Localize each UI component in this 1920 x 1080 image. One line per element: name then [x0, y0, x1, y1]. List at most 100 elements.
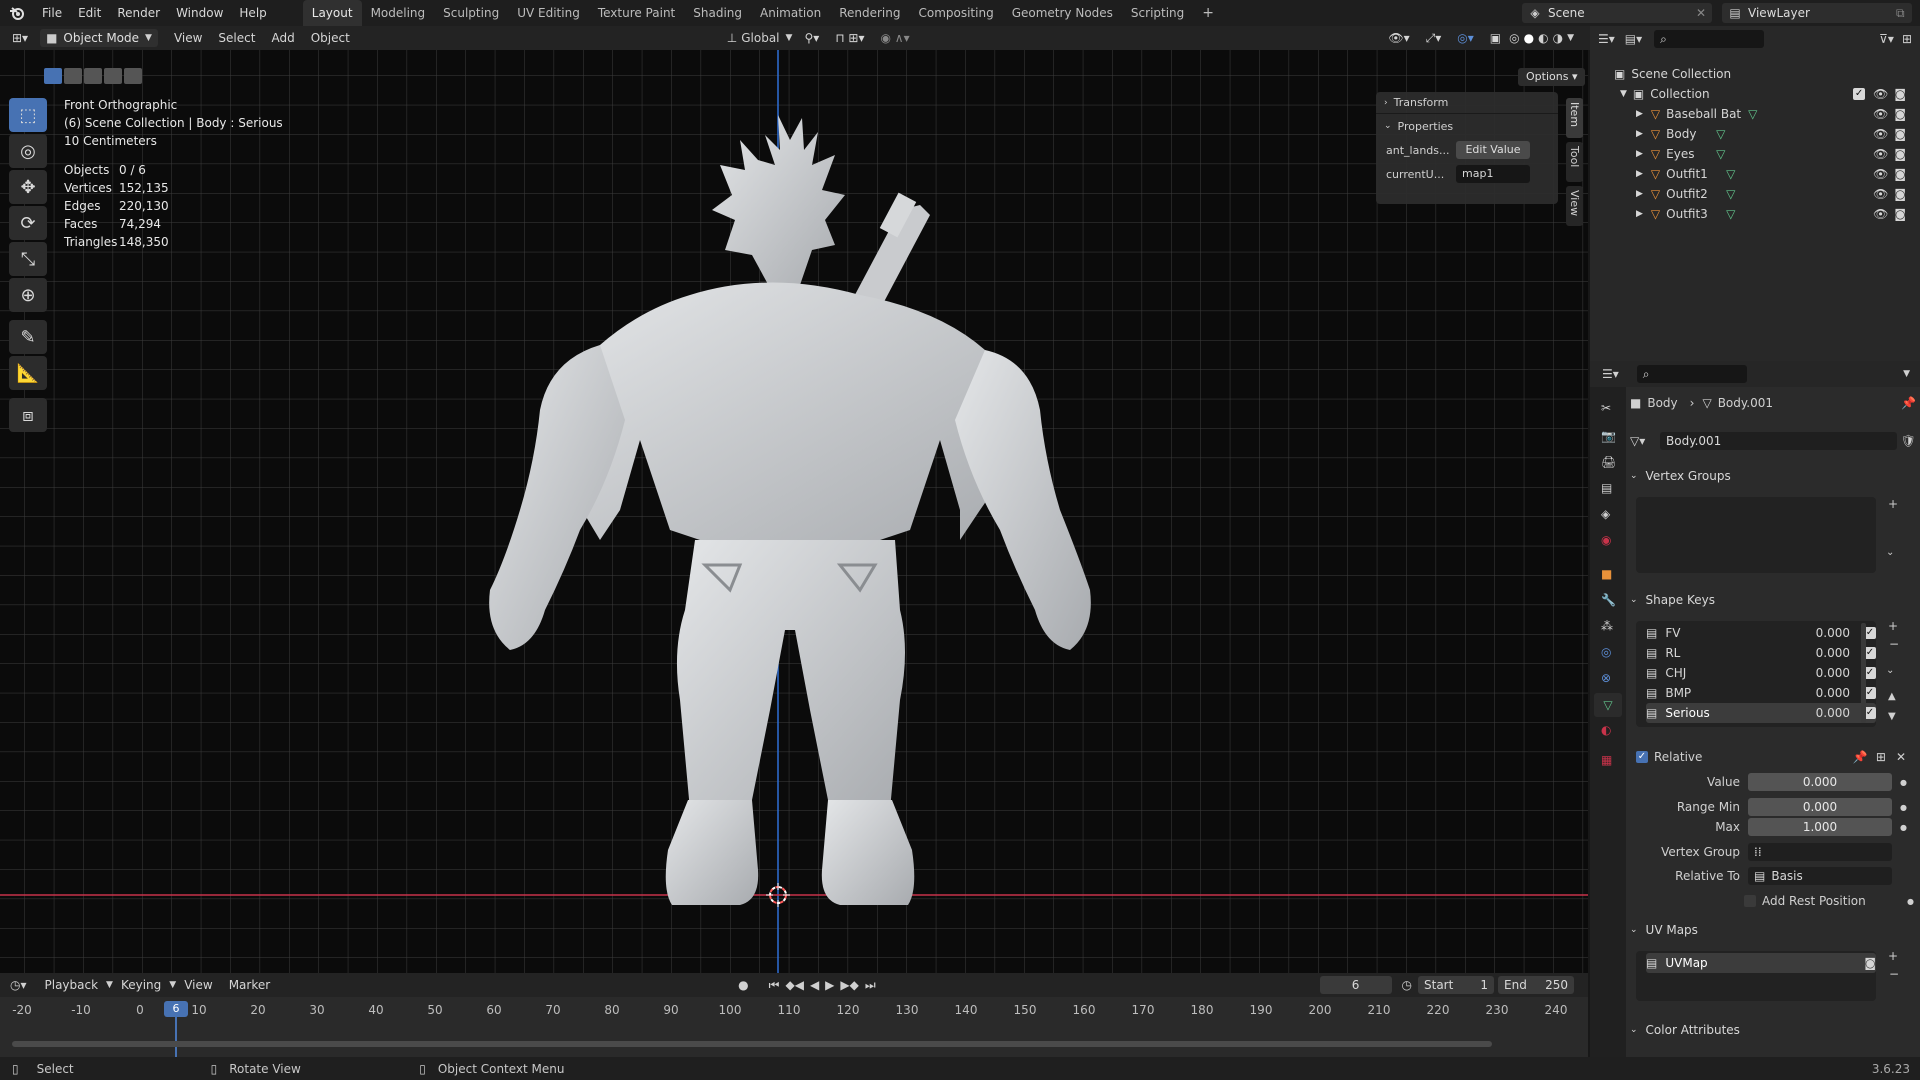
- play-icon[interactable]: ▶: [825, 978, 834, 992]
- tab-uv-editing[interactable]: UV Editing: [508, 0, 589, 26]
- vertex-groups-header[interactable]: ⌄ Vertex Groups: [1630, 463, 1920, 489]
- outliner-item[interactable]: ▶ ▽ Outfit3 ▽ 👁 ◙: [1590, 204, 1920, 224]
- tab-compositing[interactable]: Compositing: [909, 0, 1002, 26]
- timeline-scrollbar[interactable]: [12, 1041, 1492, 1047]
- solid-shading-icon[interactable]: ●: [1524, 31, 1534, 45]
- options-button[interactable]: Options ▾: [1518, 68, 1586, 86]
- relative-to-field[interactable]: ▤ Basis: [1748, 867, 1892, 885]
- add-cube-tool[interactable]: ⧈: [9, 398, 47, 432]
- select-subtract-icon[interactable]: [84, 68, 102, 84]
- annotate-tool[interactable]: ✎: [9, 320, 47, 354]
- constraints-tab-icon[interactable]: ⊗: [1601, 671, 1611, 685]
- camera-icon[interactable]: ◙: [1894, 107, 1906, 121]
- chevron-down-icon[interactable]: ▼: [1567, 33, 1574, 43]
- filter-icon[interactable]: ⊽▾: [1879, 32, 1894, 46]
- keyframe-dot-icon[interactable]: ●: [1900, 778, 1907, 787]
- tab-scripting[interactable]: Scripting: [1122, 0, 1193, 26]
- menu-keying[interactable]: Keying: [113, 978, 169, 992]
- render-tab-icon[interactable]: 📷: [1601, 429, 1616, 443]
- material-tab-icon[interactable]: ◐: [1601, 723, 1611, 737]
- menu-render[interactable]: Render: [109, 0, 168, 26]
- scene-tab-icon[interactable]: ◈: [1601, 507, 1610, 521]
- character-model[interactable]: [440, 110, 1120, 910]
- camera-icon[interactable]: ◙: [1894, 167, 1906, 181]
- shape-key-item[interactable]: ▤ CHJ 0.000 ✓: [1646, 663, 1876, 683]
- object-tab-icon[interactable]: ■: [1601, 567, 1612, 581]
- chevron-right-icon[interactable]: ▶: [1636, 109, 1643, 119]
- xray-icon[interactable]: ▣: [1482, 31, 1509, 45]
- vertex-groups-list[interactable]: [1636, 497, 1876, 573]
- move-tool[interactable]: ✥: [9, 170, 47, 204]
- new-collection-icon[interactable]: ⊞: [1902, 32, 1912, 46]
- blender-logo-icon[interactable]: [0, 0, 34, 26]
- shape-key-value[interactable]: 0.000: [1816, 626, 1850, 640]
- tab-rendering[interactable]: Rendering: [830, 0, 909, 26]
- proportional-edit-icon[interactable]: ◉ ∧▾: [873, 31, 918, 45]
- current-frame-field[interactable]: 6: [1319, 976, 1392, 994]
- menu-help[interactable]: Help: [231, 0, 274, 26]
- menu-file[interactable]: File: [34, 0, 70, 26]
- transform-tool[interactable]: ⊕: [9, 278, 47, 312]
- shape-key-value[interactable]: 0.000: [1816, 706, 1850, 720]
- outliner-item[interactable]: ▶ ▽ Outfit1 ▽ 👁 ◙: [1590, 164, 1920, 184]
- chevron-right-icon[interactable]: ▶: [1636, 209, 1643, 219]
- editor-type-icon[interactable]: ⊞▾: [0, 31, 36, 45]
- relative-checkbox[interactable]: ✓: [1636, 751, 1648, 763]
- select-extend-icon[interactable]: [64, 68, 82, 84]
- scene-selector[interactable]: ◈ Scene ✕: [1522, 3, 1712, 23]
- color-attributes-header[interactable]: ⌄ Color Attributes: [1630, 1017, 1920, 1043]
- menu-playback[interactable]: Playback: [37, 978, 107, 992]
- properties-search-input[interactable]: ⌕: [1636, 365, 1747, 383]
- move-down-icon[interactable]: ▼: [1888, 711, 1896, 722]
- mesh-name-field[interactable]: Body.001: [1660, 432, 1897, 450]
- material-shading-icon[interactable]: ◐: [1538, 31, 1548, 45]
- outliner-item[interactable]: ▶ ▽ Eyes ▽ 👁 ◙: [1590, 144, 1920, 164]
- clear-weights-icon[interactable]: ✕: [1896, 750, 1906, 764]
- tab-shading[interactable]: Shading: [684, 0, 751, 26]
- visibility-icon[interactable]: 👁▾: [1380, 31, 1417, 45]
- chevron-right-icon[interactable]: ▶: [1636, 149, 1643, 159]
- fake-user-icon[interactable]: 🛡: [1901, 434, 1916, 448]
- editor-type-icon[interactable]: ☰▾: [1602, 367, 1619, 381]
- camera-icon[interactable]: ◙: [1894, 127, 1906, 141]
- add-rest-position-checkbox[interactable]: [1744, 895, 1756, 907]
- keyframe-dot-icon[interactable]: ●: [1900, 823, 1907, 832]
- menu-object[interactable]: Object: [303, 31, 358, 45]
- tab-layout[interactable]: Layout: [302, 0, 362, 26]
- tab-modeling[interactable]: Modeling: [362, 0, 435, 26]
- menu-marker[interactable]: Marker: [221, 978, 278, 992]
- eye-icon[interactable]: 👁: [1873, 167, 1888, 181]
- pin-icon[interactable]: ✕: [1696, 6, 1712, 20]
- uv-map-item[interactable]: ▤ UVMap ◙: [1646, 953, 1876, 973]
- vertex-group-field[interactable]: ⁞⁞: [1748, 843, 1892, 861]
- jump-key-forward-icon[interactable]: ▶◆: [840, 978, 858, 992]
- overlays-icon[interactable]: ◎▾: [1449, 31, 1482, 45]
- snap-icon[interactable]: ⊓ ⊞▾: [827, 31, 872, 45]
- transform-panel-header[interactable]: › Transform: [1376, 92, 1558, 114]
- wireframe-shading-icon[interactable]: ◎: [1509, 31, 1519, 45]
- jump-end-icon[interactable]: ⏭: [865, 978, 876, 993]
- jump-start-icon[interactable]: ⏮: [769, 978, 780, 993]
- shape-key-value[interactable]: 0.000: [1816, 666, 1850, 680]
- eye-icon[interactable]: 👁: [1873, 107, 1888, 121]
- add-vertex-group-button[interactable]: +: [1888, 497, 1898, 511]
- shape-keys-scrollbar[interactable]: [1861, 623, 1866, 723]
- outliner-item[interactable]: ▶ ▽ Baseball Bat ▽ 👁 ◙: [1590, 104, 1920, 124]
- tab-sculpting[interactable]: Sculpting: [434, 0, 508, 26]
- add-uv-map-button[interactable]: +: [1888, 949, 1898, 963]
- particles-tab-icon[interactable]: ⁂: [1601, 619, 1613, 633]
- output-tab-icon[interactable]: 🖨: [1601, 455, 1616, 469]
- exclude-checkbox[interactable]: ✓: [1853, 88, 1866, 100]
- remove-uv-map-button[interactable]: −: [1889, 967, 1899, 981]
- modifier-tab-icon[interactable]: 🔧: [1601, 593, 1616, 607]
- menu-view[interactable]: View: [166, 31, 210, 45]
- custom-prop-value-field[interactable]: map1: [1456, 165, 1530, 183]
- collection-row[interactable]: ▼ ▣ Collection ✓ 👁 ◙: [1590, 84, 1920, 104]
- world-tab-icon[interactable]: ◉: [1601, 533, 1611, 547]
- timeline-ruler[interactable]: -20 -10 0 10 20 30 40 50 60 70 80 90 100 110 120 130 140…: [0, 997, 1588, 1057]
- camera-icon[interactable]: ◙: [1894, 207, 1906, 221]
- shape-key-item[interactable]: ▤ RL 0.000 ✓: [1646, 643, 1876, 663]
- camera-icon[interactable]: ◙: [1894, 187, 1906, 201]
- edit-mode-shape-icon[interactable]: ⊞: [1876, 750, 1886, 764]
- shape-key-value[interactable]: 0.000: [1816, 646, 1850, 660]
